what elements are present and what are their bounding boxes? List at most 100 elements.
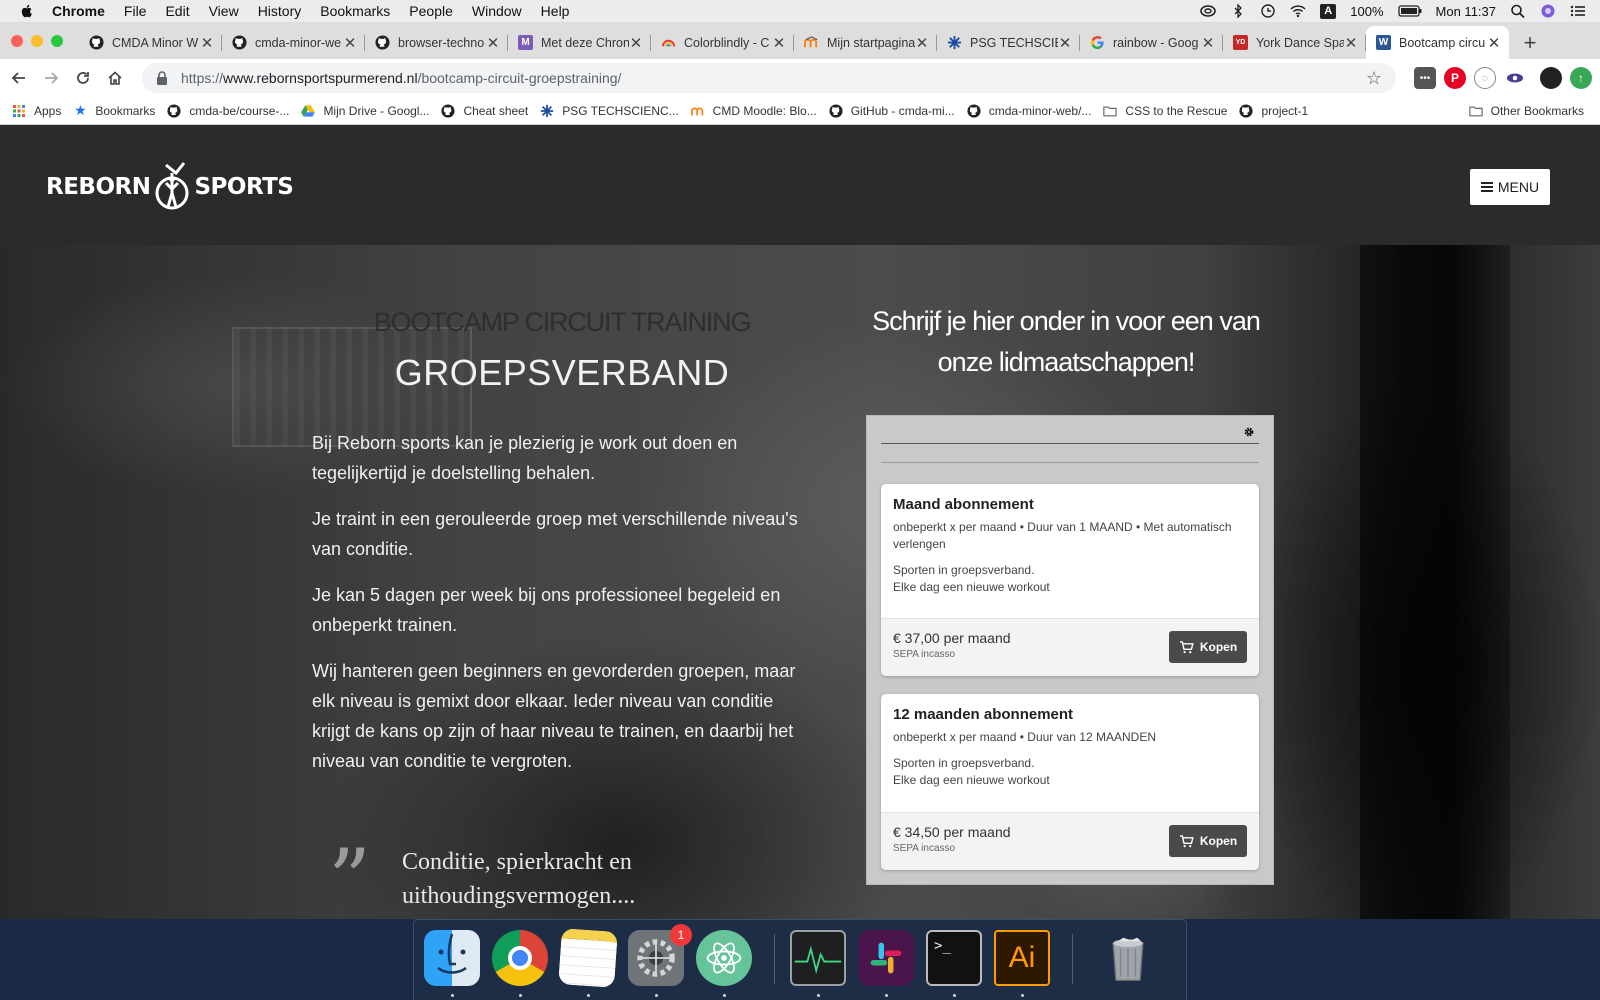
browser-toolbar: https://www.rebornsportspurmerend.nl/boo… (0, 59, 1600, 97)
menu-file[interactable]: File (124, 3, 147, 19)
intro-paragraph: Je kan 5 dagen per week bij ons professi… (312, 585, 781, 635)
close-tab-icon[interactable]: ✕ (1344, 34, 1358, 52)
atom-icon[interactable] (696, 930, 752, 986)
notes-icon[interactable] (558, 928, 618, 988)
other-bookmarks-label: Other Bookmarks (1490, 103, 1584, 118)
bookmark-google-drive[interactable]: Mijn Drive - Googl... (301, 104, 429, 118)
gear-icon[interactable] (1243, 426, 1255, 438)
wifi-icon[interactable] (1290, 4, 1306, 18)
notification-center-icon[interactable] (1570, 4, 1586, 18)
close-tab-icon[interactable]: ✕ (1201, 34, 1215, 52)
site-logo[interactable]: REBORN SPORTS (46, 159, 294, 215)
bookmark-star-icon[interactable]: ☆ (1366, 68, 1382, 89)
menu-app-name[interactable]: Chrome (52, 3, 105, 19)
pinterest-icon[interactable]: P (1444, 67, 1466, 89)
extension-circle-icon[interactable]: ◌ (1474, 67, 1496, 89)
tab-mijn-startpagina[interactable]: Mijn startpagina ✕ (794, 26, 937, 59)
chrome-icon[interactable] (492, 930, 548, 986)
finder-icon[interactable] (424, 930, 480, 986)
tab-cmda-minor-web[interactable]: CMDA Minor W ✕ (79, 26, 222, 59)
menu-window[interactable]: Window (472, 3, 522, 19)
menu-bookmarks[interactable]: Bookmarks (320, 3, 390, 19)
siri-icon[interactable] (1540, 4, 1556, 18)
bluetooth-icon[interactable] (1230, 4, 1246, 18)
extension-menu-icon[interactable]: ••• (1414, 67, 1436, 89)
terminal-icon[interactable]: >_ (926, 930, 982, 986)
other-bookmarks[interactable]: Other Bookmarks (1468, 103, 1584, 118)
close-tab-icon[interactable]: ✕ (915, 34, 929, 52)
bookmark-psg-techscience[interactable]: PSG TECHSCIENC... (540, 104, 679, 118)
new-tab-button[interactable]: + (1515, 26, 1545, 59)
bookmark-cmda-be-course[interactable]: cmda-be/course-... (167, 104, 289, 118)
intro-paragraph: Bij Reborn sports kan je plezierig je wo… (312, 433, 738, 483)
close-window-button[interactable] (11, 34, 23, 47)
tab-met-deze-chrome[interactable]: M Met deze Chron ✕ (508, 26, 651, 59)
input-source-icon[interactable]: A (1320, 3, 1337, 19)
tab-psg-techscience[interactable]: PSG TECHSCIE ✕ (937, 26, 1080, 59)
zoom-window-button[interactable] (51, 34, 63, 47)
close-tab-icon[interactable]: ✕ (1487, 34, 1501, 52)
close-tab-icon[interactable]: ✕ (200, 34, 214, 52)
medium-icon: M (518, 35, 533, 50)
bookmark-github-cmda[interactable]: GitHub - cmda-mi... (829, 104, 955, 118)
address-bar[interactable]: https://www.rebornsportspurmerend.nl/boo… (142, 63, 1396, 93)
plan-description-line: Elke dag een nieuwe workout (893, 773, 1050, 787)
bookmark-project-1[interactable]: project-1 (1239, 104, 1308, 118)
bookmark-label: Cheat sheet (463, 103, 529, 118)
update-icon[interactable]: ↑ (1570, 67, 1592, 89)
lock-icon[interactable] (156, 71, 168, 85)
buy-button[interactable]: Kopen (1169, 631, 1247, 663)
buy-button[interactable]: Kopen (1169, 825, 1247, 857)
spotlight-search-icon[interactable] (1510, 4, 1526, 18)
github-icon (167, 103, 181, 118)
close-tab-icon[interactable]: ✕ (486, 34, 500, 52)
menu-history[interactable]: History (258, 3, 302, 19)
tab-rainbow-google[interactable]: rainbow - Goog ✕ (1080, 26, 1223, 59)
menu-help[interactable]: Help (541, 3, 570, 19)
tab-colorblindly[interactable]: Colorblindly - C ✕ (651, 26, 794, 59)
trash-icon[interactable] (1100, 930, 1156, 986)
activity-monitor-icon[interactable] (790, 930, 846, 986)
bookmark-cheat-sheet[interactable]: Cheat sheet (441, 104, 528, 118)
tab-york-dance[interactable]: YD York Dance Spa ✕ (1223, 26, 1366, 59)
close-tab-icon[interactable]: ✕ (772, 34, 786, 52)
bookmark-cmd-moodle[interactable]: CMD Moodle: Blo... (690, 104, 817, 118)
clock[interactable]: Mon 11:37 (1436, 4, 1496, 19)
tab-browser-technologies[interactable]: browser-techno ✕ (365, 26, 508, 59)
back-button[interactable] (4, 63, 34, 93)
tab-bootcamp-circuit[interactable]: W Bootcamp circu ✕ (1366, 26, 1509, 59)
site-menu-button[interactable]: MENU (1470, 169, 1550, 205)
tab-cmda-minor-web-repo[interactable]: cmda-minor-we ✕ (222, 26, 365, 59)
membership-widget: Maand abonnement onbeperkt x per maand •… (866, 415, 1274, 885)
forward-button[interactable] (36, 63, 66, 93)
close-tab-icon[interactable]: ✕ (343, 34, 357, 52)
menu-edit[interactable]: Edit (165, 3, 189, 19)
ydsa-icon: YD (1233, 35, 1248, 50)
menu-people[interactable]: People (409, 3, 453, 19)
profile-avatar[interactable] (1540, 67, 1562, 89)
bookmark-label: GitHub - cmda-mi... (850, 103, 955, 118)
menu-view[interactable]: View (209, 3, 239, 19)
creative-cloud-icon[interactable] (1200, 4, 1217, 18)
close-tab-icon[interactable]: ✕ (1058, 34, 1072, 52)
illustrator-icon[interactable]: Ai (994, 930, 1050, 986)
plan-footer: € 37,00 per maand SEPA incasso Kopen (881, 618, 1259, 676)
time-machine-icon[interactable] (1260, 4, 1276, 18)
github-icon (375, 35, 390, 50)
bookmark-apps[interactable]: Apps (12, 104, 61, 118)
payment-method: SEPA incasso (893, 843, 956, 854)
battery-icon[interactable] (1397, 5, 1422, 17)
plan-details: onbeperkt x per maand • Duur van 1 MAAND… (893, 520, 1232, 551)
quote-mark-icon: ” (328, 831, 371, 919)
minimize-window-button[interactable] (31, 34, 43, 47)
bookmark-cmda-minor-web[interactable]: cmda-minor-web/... (967, 104, 1091, 118)
home-button[interactable] (100, 63, 130, 93)
apple-icon[interactable] (18, 3, 36, 19)
reload-button[interactable] (68, 63, 98, 93)
bookmark-css-to-the-rescue[interactable]: CSS to the Rescue (1103, 104, 1227, 118)
github-icon (829, 103, 843, 118)
slack-icon[interactable] (858, 930, 914, 986)
eye-extension-icon[interactable] (1504, 67, 1526, 89)
close-tab-icon[interactable]: ✕ (629, 34, 643, 52)
bookmark-bookmarks[interactable]: ★ Bookmarks (73, 102, 155, 118)
